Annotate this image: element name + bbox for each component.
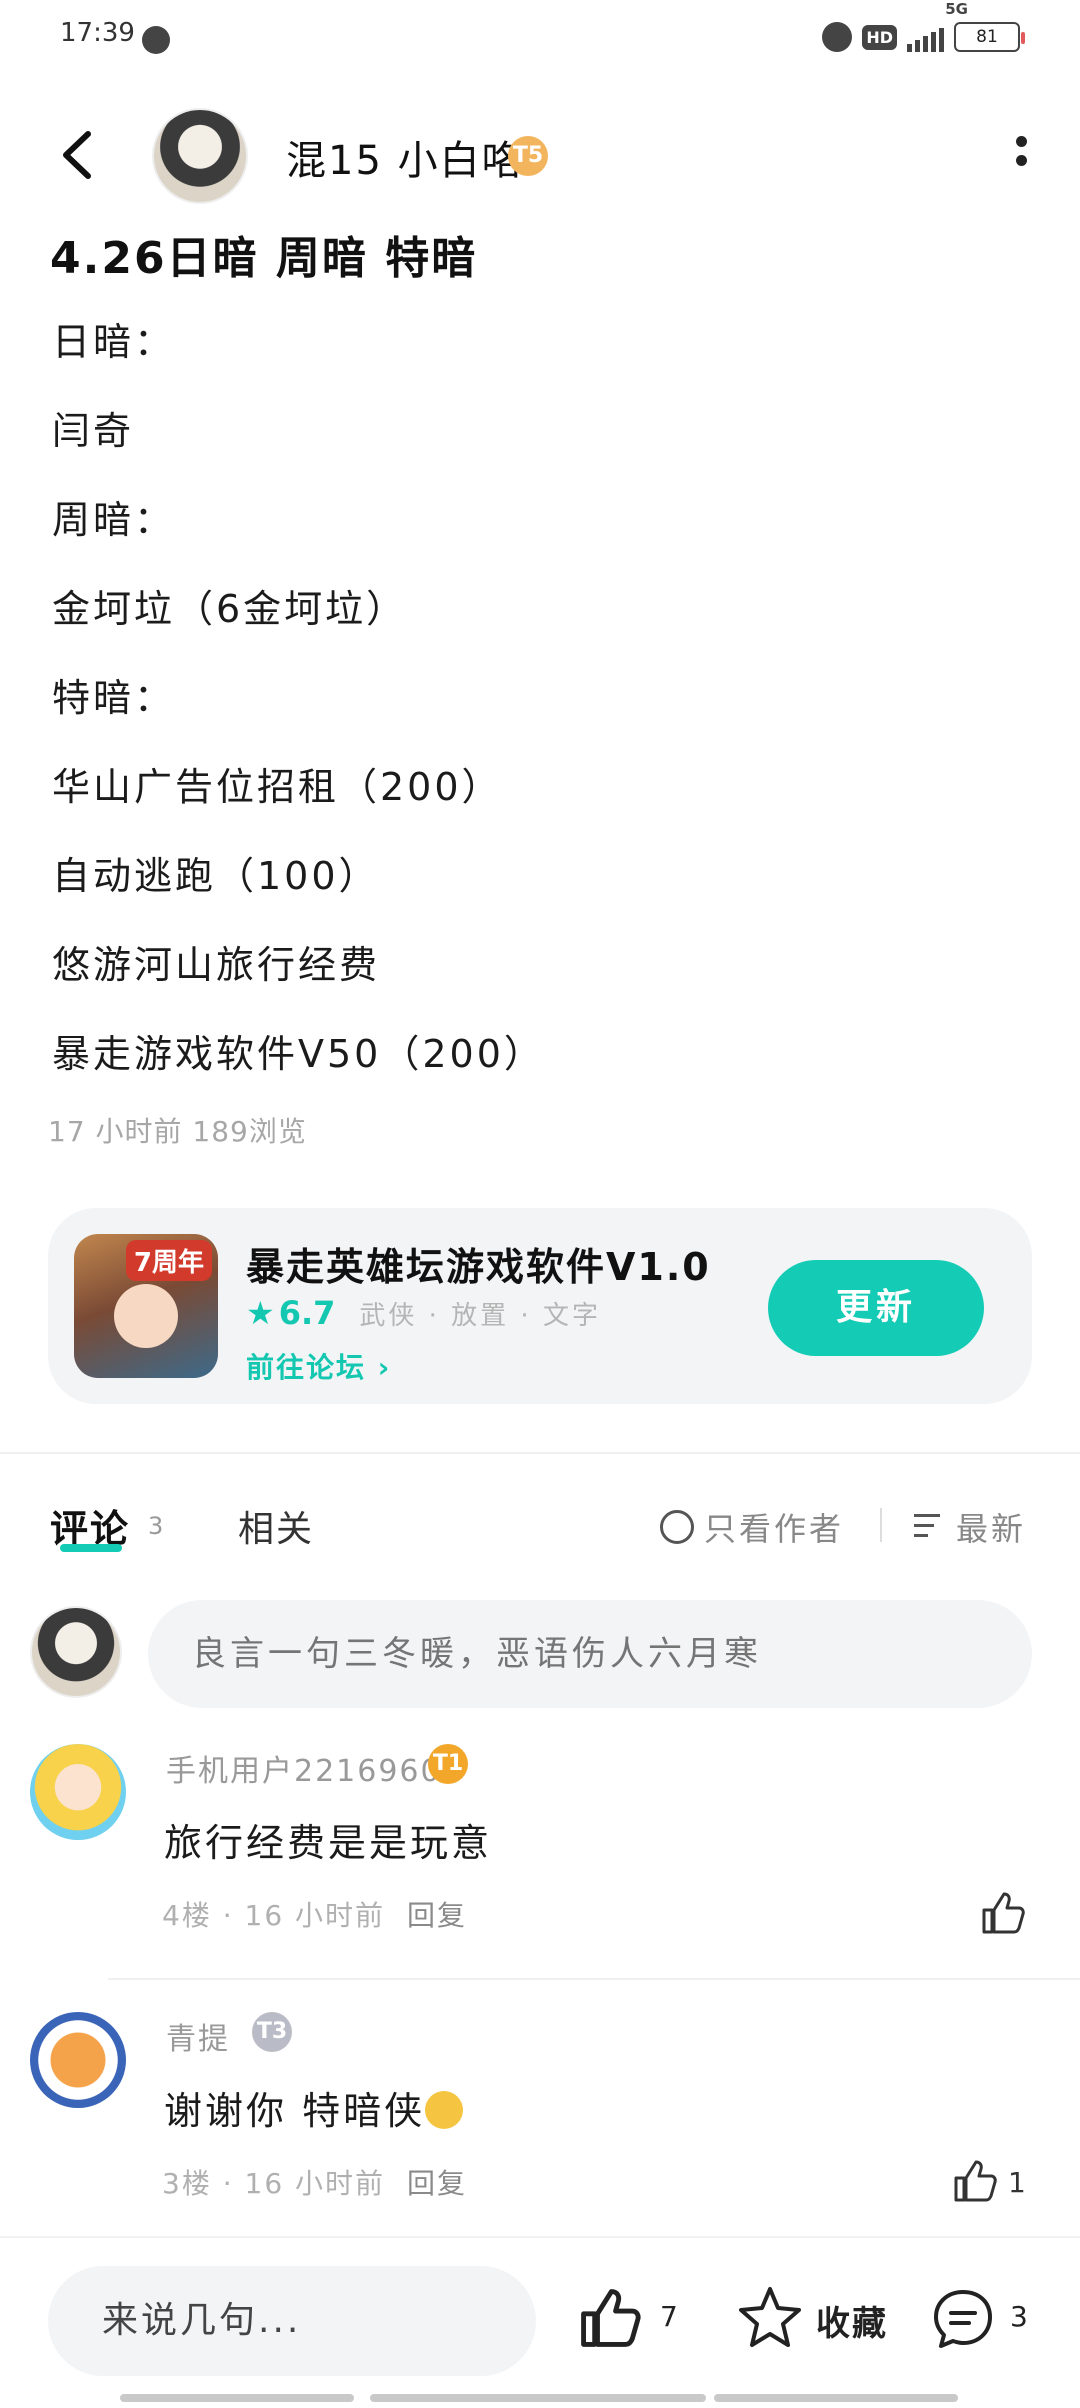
- author-only-toggle[interactable]: 只看作者: [660, 1504, 844, 1550]
- status-icons: HD 81: [822, 22, 1025, 52]
- commenter-name[interactable]: 青提: [166, 2014, 230, 2058]
- like-icon[interactable]: [980, 1890, 1026, 1936]
- alarm-icon: [822, 22, 853, 52]
- post-content: 日暗： 闫奇 周暗： 金坷垃（6金坷垃） 特暗： 华山广告位招租（200） 自动…: [52, 312, 1032, 1113]
- author-name[interactable]: 混15 小白咯: [286, 128, 524, 186]
- comment-floor-time: 3楼 · 16 小时前: [162, 2167, 386, 2200]
- post-like-count: 7: [660, 2300, 678, 2333]
- network-type: 5G: [945, 0, 968, 18]
- game-card[interactable]: 7周年 暴走英雄坛游戏软件V1.0 ★ 6.7 武侠 · 放置 · 文字 前往论…: [48, 1208, 1032, 1404]
- author-level-badge: T5: [508, 136, 548, 176]
- more-options-icon[interactable]: [1016, 136, 1028, 176]
- comment-bubble-icon[interactable]: [930, 2286, 996, 2352]
- battery-level: 81: [976, 27, 998, 47]
- post-line: 暴走游戏软件V50（200）: [52, 1032, 545, 1076]
- commenter-name[interactable]: 手机用户22169608: [166, 1746, 463, 1790]
- bottom-action-bar: 来说几句... 7 收藏 3: [0, 2236, 1080, 2408]
- reply-button[interactable]: 回复: [407, 1899, 467, 1932]
- author-only-label: 只看作者: [704, 1510, 845, 1548]
- comments-count: 3: [148, 1512, 164, 1540]
- bottom-comment-input[interactable]: 来说几句...: [48, 2266, 536, 2376]
- post-line: 悠游河山旅行经费: [52, 943, 381, 987]
- radio-icon: [660, 1510, 694, 1544]
- commenter-avatar[interactable]: [30, 1744, 126, 1840]
- comment-input[interactable]: [148, 1600, 1032, 1708]
- nav-indicator: [120, 2394, 354, 2402]
- like-icon[interactable]: [952, 2158, 998, 2204]
- post-line: 特暗：: [52, 676, 176, 720]
- commenter-avatar[interactable]: [30, 2012, 126, 2108]
- post-line: 周暗：: [52, 498, 176, 542]
- hd-icon: HD: [862, 24, 897, 50]
- post-line: 日暗：: [52, 320, 176, 364]
- game-title[interactable]: 暴走英雄坛游戏软件V1.0: [246, 1236, 711, 1291]
- status-time: 17:39: [60, 18, 135, 48]
- comment-text: 旅行经费是是玩意: [164, 1821, 493, 1865]
- signal-icon: [907, 22, 944, 52]
- commenter-level-badge: T1: [428, 1744, 468, 1784]
- author-avatar[interactable]: [152, 108, 248, 204]
- active-tab-indicator: [60, 1544, 122, 1552]
- game-rating: 6.7: [278, 1294, 336, 1332]
- game-icon[interactable]: 7周年: [74, 1234, 218, 1378]
- comment-text: 谢谢你 特暗侠: [164, 2080, 464, 2135]
- star-icon: ★: [246, 1294, 275, 1332]
- nav-indicator: [714, 2394, 958, 2402]
- post-line: 华山广告位招租（200）: [52, 765, 503, 809]
- status-bar: 17:39 HD 81 5G: [0, 0, 1080, 76]
- anniversary-badge: 7周年: [125, 1240, 212, 1281]
- comment-floor-time: 4楼 · 16 小时前: [162, 1899, 386, 1932]
- section-divider: [0, 1452, 1080, 1454]
- sort-icon: [914, 1512, 948, 1542]
- back-arrow-icon[interactable]: [58, 130, 98, 180]
- game-tags: 武侠 · 放置 · 文字: [359, 1300, 601, 1331]
- commenter-level-badge: T3: [252, 2012, 292, 2052]
- tab-related[interactable]: 相关: [238, 1500, 314, 1552]
- post-title: 4.26日暗 周暗 特暗: [50, 233, 478, 284]
- game-rating-row: ★ 6.7 武侠 · 放置 · 文字: [246, 1294, 601, 1332]
- comment-meta: 3楼 · 16 小时前 回复: [162, 2162, 467, 2202]
- post-comment-count: 3: [1010, 2300, 1028, 2333]
- comment-text-content: 谢谢你 特暗侠: [164, 2089, 426, 2133]
- like-post-icon[interactable]: [578, 2286, 642, 2350]
- comment-divider: [108, 1978, 1080, 1980]
- chevron-right-icon: ›: [377, 1351, 392, 1384]
- battery-icon: 81: [954, 22, 1025, 52]
- post-header: 混15 小白咯 T5: [0, 100, 1080, 210]
- reply-button[interactable]: 回复: [407, 2167, 467, 2200]
- forum-link-label: 前往论坛: [246, 1351, 367, 1384]
- globe-icon: [142, 26, 170, 54]
- post-line: 闫奇: [52, 409, 135, 453]
- like-count: 1: [1008, 2166, 1026, 2199]
- update-button[interactable]: 更新: [768, 1260, 984, 1356]
- favorite-star-icon[interactable]: [736, 2284, 804, 2352]
- sort-label: 最新: [956, 1510, 1027, 1548]
- post-line: 金坷垃（6金坷垃）: [52, 587, 408, 631]
- my-avatar: [30, 1606, 122, 1698]
- emoji-icon: [425, 2090, 464, 2129]
- separator: [880, 1508, 882, 1542]
- sort-latest-button[interactable]: 最新: [914, 1504, 1026, 1550]
- nav-indicator: [370, 2394, 706, 2402]
- post-line: 自动逃跑（100）: [52, 854, 380, 898]
- comment-meta: 4楼 · 16 小时前 回复: [162, 1894, 467, 1934]
- post-meta: 17 小时前 189浏览: [48, 1115, 307, 1148]
- forum-link[interactable]: 前往论坛 ›: [246, 1346, 391, 1386]
- favorite-label[interactable]: 收藏: [816, 2296, 888, 2345]
